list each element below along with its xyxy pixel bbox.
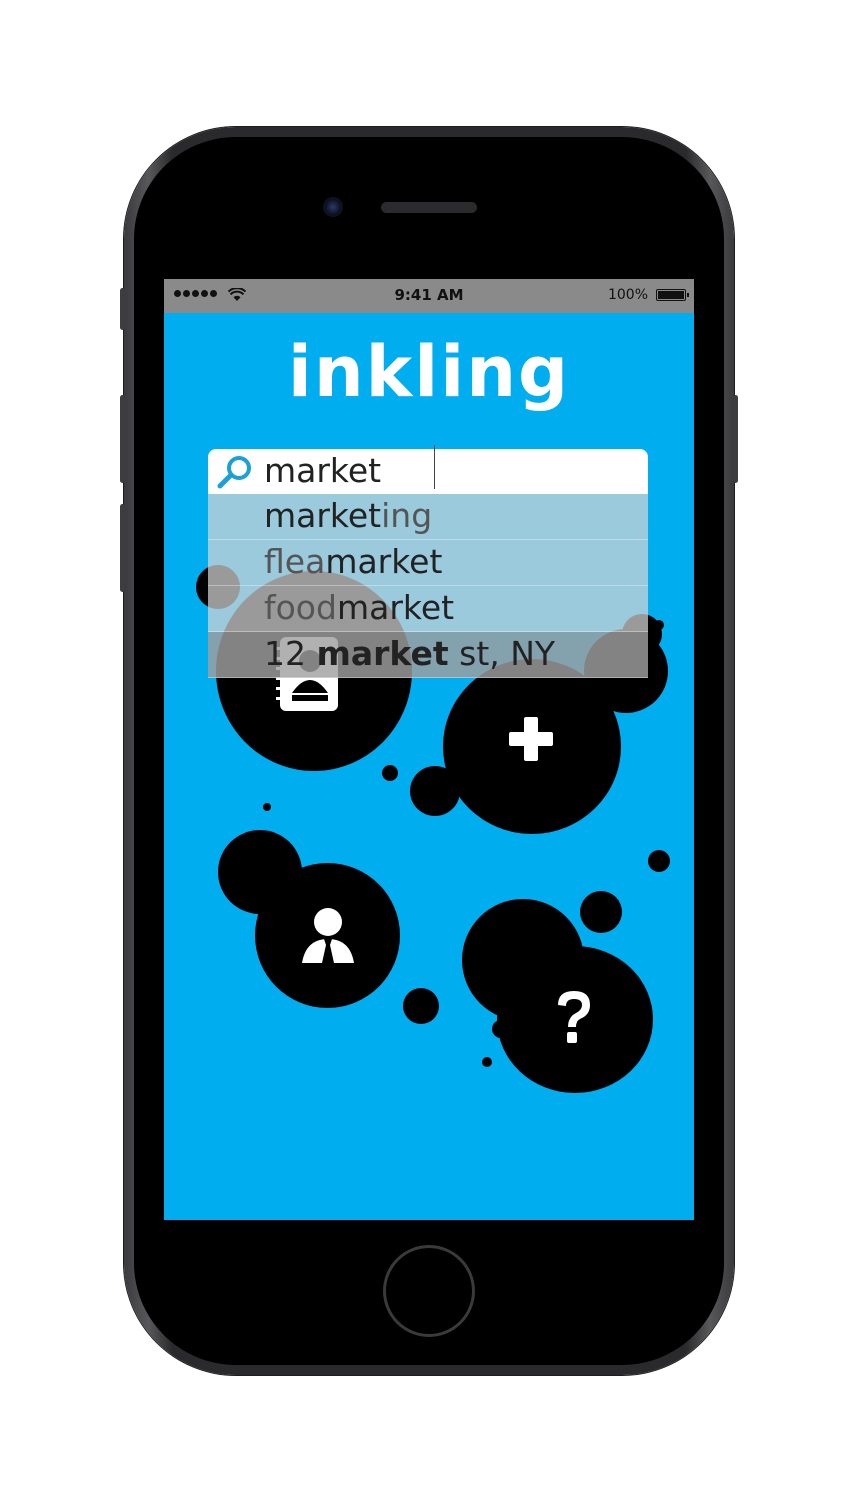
ink-dot (482, 1057, 492, 1067)
front-camera (323, 197, 343, 217)
search-input[interactable]: market (264, 451, 381, 490)
search-icon (217, 456, 251, 489)
ink-blob (654, 620, 664, 630)
home-button[interactable] (383, 1245, 475, 1337)
suggestion-item[interactable]: marketing (208, 494, 648, 540)
ink-dot (263, 803, 271, 811)
app-screen: 9:41 AM 100% inkling market marketing fl… (164, 279, 694, 1220)
ink-dot (346, 987, 360, 1001)
suggestion-list: marketing fleamarket foodmarket 12 marke… (208, 494, 648, 678)
ink-dot (648, 850, 670, 872)
suggestion-item[interactable]: 12 market st, NY (208, 632, 648, 678)
person-icon[interactable] (298, 905, 358, 965)
mute-switch (120, 288, 125, 330)
status-bar: 9:41 AM 100% (164, 279, 694, 313)
ink-blob (580, 891, 622, 933)
volume-down-button (120, 504, 125, 592)
text-cursor (434, 445, 435, 489)
earpiece-speaker (381, 202, 477, 213)
volume-up-button (120, 395, 125, 483)
battery-icon (656, 289, 689, 301)
search-bar[interactable]: market (208, 445, 648, 494)
ink-dot (492, 1020, 510, 1038)
app-logo: inkling (287, 331, 571, 413)
ink-blob (403, 988, 439, 1024)
suggestion-item[interactable]: foodmarket (208, 586, 648, 632)
power-button (733, 395, 738, 483)
ink-blob (410, 766, 460, 816)
suggestion-item[interactable]: fleamarket (208, 540, 648, 586)
ink-blob (382, 765, 398, 781)
battery-percent: 100% (607, 287, 648, 303)
plus-icon[interactable] (507, 715, 555, 763)
help-icon[interactable] (552, 987, 596, 1047)
